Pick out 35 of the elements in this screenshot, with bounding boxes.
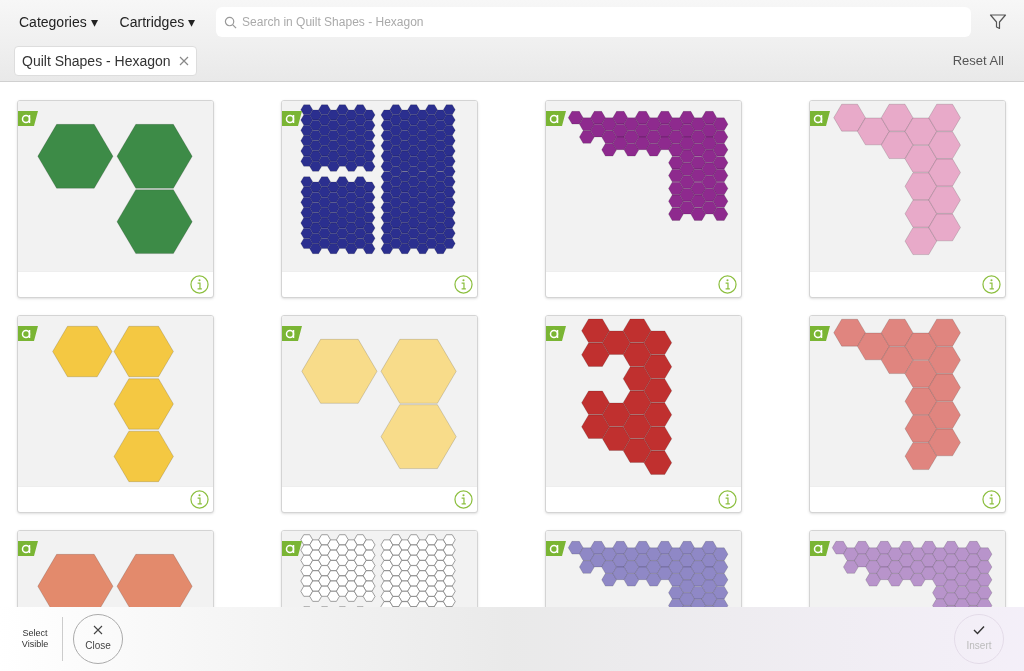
info-icon[interactable] (718, 490, 737, 509)
close-icon (93, 625, 103, 635)
shape-card[interactable] (281, 100, 478, 298)
shape-card[interactable] (545, 315, 742, 513)
select-visible-button[interactable]: Select Visible (20, 628, 50, 650)
badge-icon (282, 109, 302, 129)
info-icon[interactable] (718, 275, 737, 294)
dropdown-menu[interactable]: Categories ▾ (12, 11, 105, 33)
info-icon[interactable] (190, 275, 209, 294)
badge-icon (282, 324, 302, 344)
badge-icon (546, 539, 566, 559)
badge-icon (18, 109, 38, 129)
close-icon[interactable] (178, 56, 189, 66)
badge-icon (810, 109, 830, 129)
info-icon[interactable] (454, 490, 473, 509)
badge-icon (282, 539, 302, 559)
info-icon[interactable] (982, 275, 1001, 294)
check-icon (973, 625, 985, 635)
badge-icon (546, 324, 566, 344)
shape-card[interactable] (545, 100, 742, 298)
chip-label: Quilt Shapes - Hexagon (22, 51, 171, 71)
dropdown-menu[interactable]: Cartridges ▾ (112, 11, 203, 33)
badge-icon (18, 539, 38, 559)
info-icon[interactable] (190, 490, 209, 509)
filter-chip[interactable]: Quilt Shapes - Hexagon (14, 46, 197, 76)
reset-all-link[interactable]: Reset All (952, 51, 1012, 71)
search-field[interactable]: Search in Quilt Shapes - Hexagon (216, 7, 971, 37)
badge-icon (810, 324, 830, 344)
badge-icon (18, 324, 38, 344)
close-button[interactable]: Close (73, 614, 123, 664)
info-icon[interactable] (454, 275, 473, 294)
badge-icon (810, 539, 830, 559)
filter-icon[interactable] (989, 13, 1007, 31)
info-icon[interactable] (982, 490, 1001, 509)
badge-icon (546, 109, 566, 129)
